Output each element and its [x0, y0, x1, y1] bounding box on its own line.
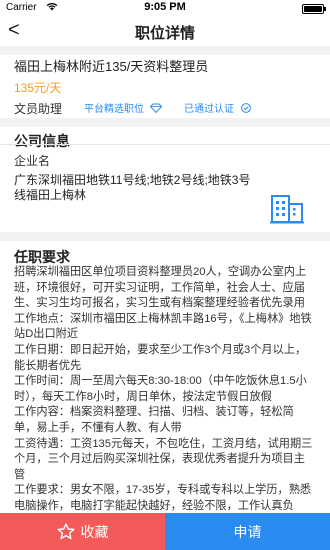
tag-featured-label: 平台精选职位	[84, 104, 144, 115]
divider-line	[0, 144, 330, 145]
tag-verified-label: 已通过认证	[184, 104, 234, 115]
tag-featured: 平台精选职位	[84, 100, 162, 115]
requirements-text: 招聘深圳福田区单位项目资料整理员20人，空调办公室内上班，环境很好，可开实习证明…	[14, 266, 313, 543]
company-name-label: 企业名	[14, 154, 51, 168]
favorite-label: 收藏	[80, 523, 109, 540]
status-bar: Carrier 9:05 PM	[0, 0, 330, 16]
favorite-button[interactable]: 收藏	[0, 513, 165, 550]
section-divider	[0, 232, 330, 241]
battery-icon	[302, 4, 326, 14]
tag-verified: 已通过认证	[184, 100, 252, 115]
clock-time: 9:05 PM	[144, 1, 186, 13]
apply-label: 申请	[233, 523, 262, 540]
company-section-title: 公司信息	[14, 133, 70, 149]
diamond-icon	[149, 103, 162, 114]
company-address: 广东深圳福田地铁11号线;地铁2号线;地铁3号线福田上梅林	[14, 173, 251, 202]
page-title: 职位详情	[134, 25, 195, 42]
requirements-section-title: 任职要求	[14, 249, 70, 265]
nav-bar: < 职位详情	[0, 16, 330, 46]
job-title: 福田上梅林附近135/天资料整理员	[14, 59, 209, 74]
bottom-action-bar: 收藏 申请	[0, 513, 330, 550]
star-icon	[57, 523, 74, 540]
job-salary: 135元/天	[14, 81, 62, 95]
verified-check-icon	[240, 103, 252, 113]
job-type: 文员助理	[14, 102, 63, 116]
apply-button[interactable]: 申请	[165, 513, 330, 550]
section-divider	[0, 118, 330, 127]
section-divider	[0, 46, 330, 55]
building-icon[interactable]	[270, 192, 304, 224]
